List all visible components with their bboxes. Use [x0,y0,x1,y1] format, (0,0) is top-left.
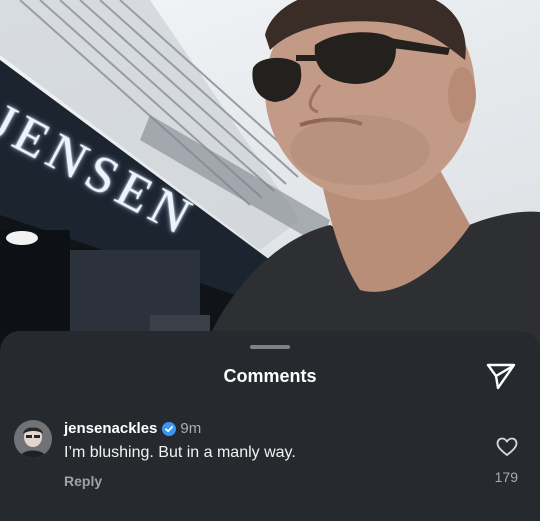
avatar[interactable] [14,420,52,458]
like-count: 179 [494,469,518,485]
comments-sheet: Comments jensenackles 9m I’m blushing. B… [0,331,540,521]
paper-plane-icon [486,363,516,390]
comment-item: jensenackles 9m I’m blushing. But in a m… [0,419,540,499]
like-button[interactable] [496,437,518,457]
post-photo: JENSEN [0,0,540,360]
avatar-image [14,420,52,458]
comment-timestamp: 9m [180,420,202,437]
comment-header: jensenackles 9m [64,420,201,437]
comment-text: I’m blushing. But in a manly way. [64,444,296,461]
comment-username[interactable]: jensenackles [64,420,157,437]
reply-button[interactable]: Reply [64,473,102,489]
verified-badge-icon [162,421,177,436]
drag-handle[interactable] [250,345,290,349]
heart-outline-icon [496,437,518,456]
share-button[interactable] [486,362,516,390]
sheet-title: Comments [223,366,317,386]
